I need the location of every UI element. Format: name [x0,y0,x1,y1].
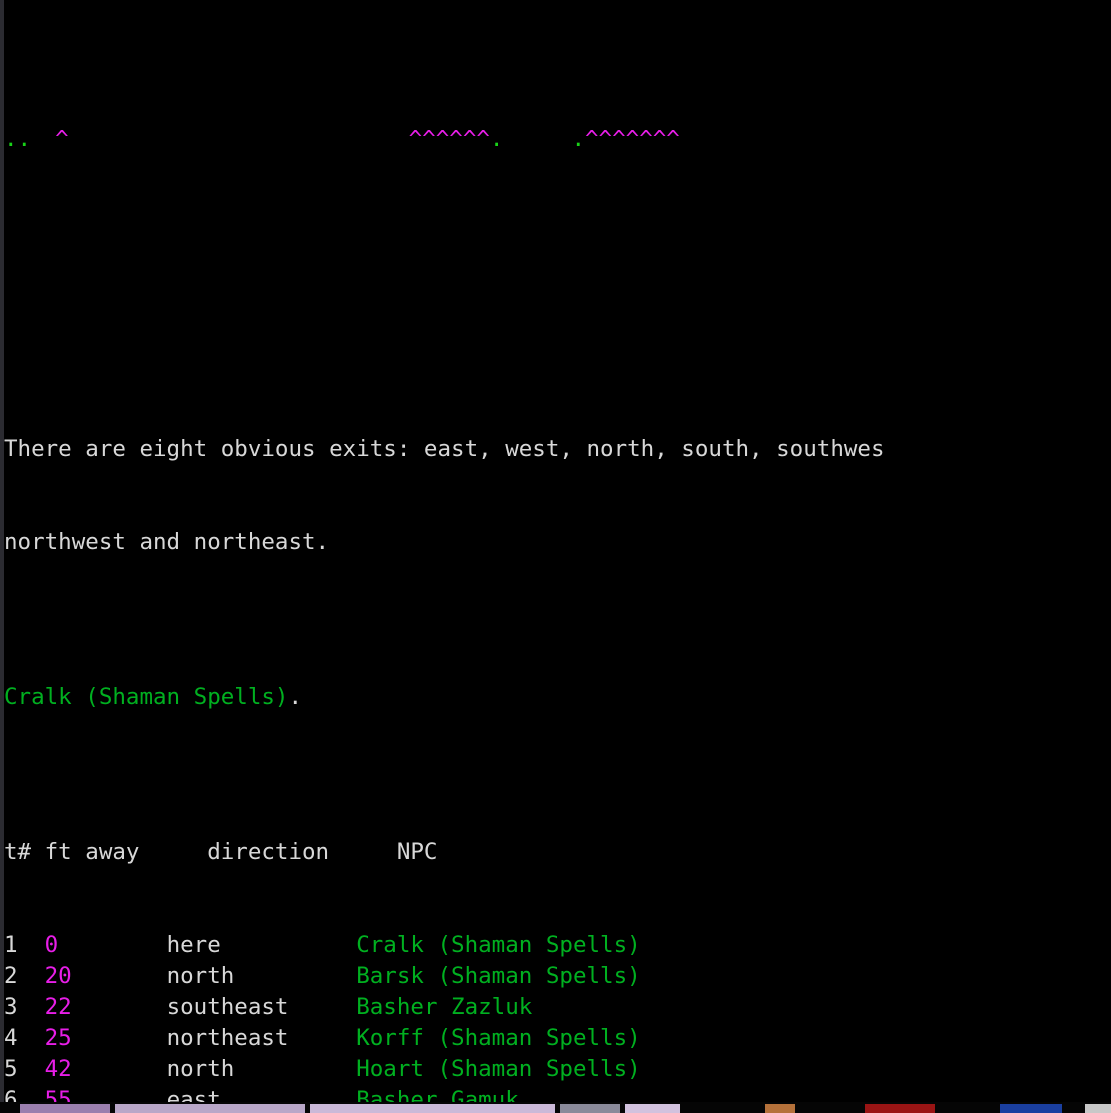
npc-row-gap [85,963,166,989]
room-exits-line-1: There are eight obvious exits: east, wes… [4,436,885,462]
npc-row-distance: 42 [44,1056,86,1082]
npc-row-direction: southeast [166,994,357,1020]
npc-row-name: Barsk (Shaman Spells) [356,963,641,989]
npc-row-gap [85,1056,166,1082]
npc-row-index: 3 [4,994,45,1020]
npc-row-direction: northeast [166,1025,357,1051]
taskbar-segment-5 [625,1104,680,1113]
npc-row-distance: 25 [44,1025,86,1051]
npc-row-name: Korff (Shaman Spells) [356,1025,641,1051]
room-exits-line-2: northwest and northeast. [4,529,330,555]
npc-row-direction: here [166,932,357,958]
taskbar-segment-4 [560,1104,620,1113]
npc-table-body: 1 0 here Cralk (Shaman Spells) 2 20 north… [4,930,1111,1113]
npc-table-row: 2 20 north Barsk (Shaman Spells) [4,961,1111,992]
npc-row-distance: 0 [44,932,86,958]
taskbar-segment-8 [1085,1104,1111,1113]
taskbar-segment-7 [865,1104,935,1113]
taskbar-segment-1 [20,1104,110,1113]
window-left-edge [0,0,4,1102]
npc-row-direction: north [166,1056,357,1082]
room-npc-name: Cralk (Shaman Spells) [4,684,289,710]
map-caret-group-1: ^ [55,126,69,152]
npc-row-index: 5 [4,1056,45,1082]
map-dot-right: . [571,126,586,152]
npc-row-name: Basher Zazluk [356,994,533,1020]
npc-table-row: 5 42 north Hoart (Shaman Spells) [4,1054,1111,1085]
npc-row-distance: 22 [44,994,86,1020]
npc-table-header: t# ft away direction NPC [4,839,438,865]
desktop-taskbar[interactable] [0,1102,1111,1113]
taskbar-window-button[interactable] [1000,1104,1062,1113]
ascii-map-row: .. ^ ^^^^^^. .^^^^^^^ [4,124,1111,155]
npc-row-direction: north [166,963,357,989]
npc-row-distance: 20 [44,963,86,989]
terminal-text-buffer: .. ^ ^^^^^^. .^^^^^^^ There are eight obvio… [4,0,1111,1113]
npc-row-name: Hoart (Shaman Spells) [356,1056,641,1082]
npc-table-row: 3 22 southeast Basher Zazluk [4,992,1111,1023]
terminal-screen[interactable]: .. ^ ^^^^^^. .^^^^^^^ There are eight obvio… [0,0,1111,1113]
npc-row-index: 2 [4,963,45,989]
map-dot-pair: .. [4,126,32,152]
map-dot-mid: . [489,126,504,152]
npc-row-gap [85,932,166,958]
room-npc-period: . [288,684,303,710]
map-caret-group-3: ^^^^^^^ [585,126,680,152]
taskbar-segment-2 [115,1104,305,1113]
npc-row-name: Cralk (Shaman Spells) [356,932,641,958]
npc-table-row: 4 25 northeast Korff (Shaman Spells) [4,1023,1111,1054]
npc-table-row: 1 0 here Cralk (Shaman Spells) [4,930,1111,961]
npc-row-gap [85,994,166,1020]
npc-row-index: 1 [4,932,45,958]
npc-row-index: 4 [4,1025,45,1051]
room-npc-line: Cralk (Shaman Spells). [4,682,1111,713]
taskbar-segment-3 [310,1104,555,1113]
npc-row-gap [85,1025,166,1051]
taskbar-segment-6 [765,1104,795,1113]
map-caret-group-2: ^^^^^^ [408,126,490,152]
